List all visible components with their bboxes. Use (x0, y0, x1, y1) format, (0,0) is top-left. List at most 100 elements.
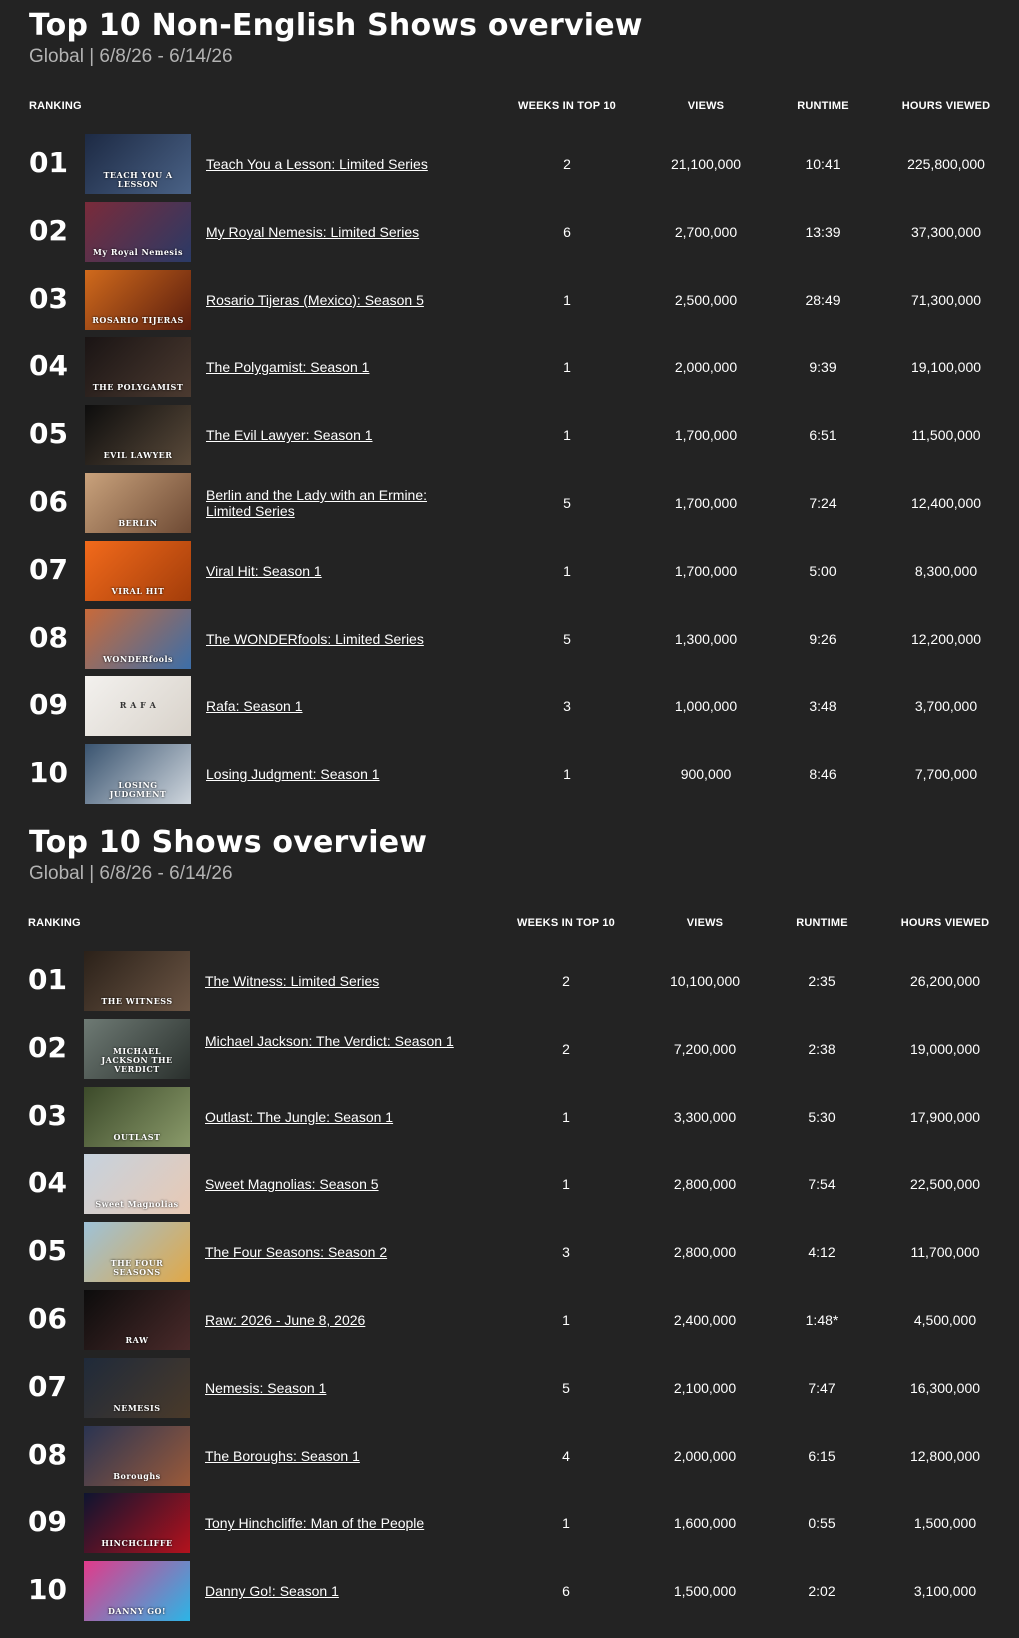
cell-weeks: 6 (562, 1583, 570, 1600)
column-header-ranking: RANKING (29, 100, 82, 112)
cell-weeks: 3 (562, 1244, 570, 1261)
cell-views: 3,300,000 (673, 1108, 737, 1125)
show-title-link[interactable]: Outlast: The Jungle: Season 1 (205, 1109, 460, 1125)
thumbnail-logo-text: ROSARIO TIJERAS (92, 314, 184, 325)
show-thumbnail[interactable]: ROSARIO TIJERAS (85, 269, 191, 330)
table-row: 07 VIRAL HIT Viral Hit: Season 1 1 1,700,000… (1, 540, 1019, 601)
show-thumbnail[interactable]: DANNY GO! (84, 1561, 190, 1622)
thumbnail-logo-text: WONDERfools (102, 653, 174, 664)
cell-views: 900,000 (680, 766, 732, 783)
show-title-link[interactable]: Raw: 2026 - June 8, 2026 (205, 1312, 460, 1328)
cell-views: 10,100,000 (669, 973, 741, 989)
thumbnail-logo-text: BERLIN (118, 518, 158, 528)
rank-number: 09 (28, 1505, 67, 1539)
cell-views: 1,500,000 (673, 1583, 737, 1600)
thumbnail-logo-text: THE WITNESS (101, 996, 173, 1006)
cell-weeks: 1 (562, 1515, 570, 1532)
cell-hours: 4,500,000 (913, 1312, 977, 1328)
rank-number: 04 (28, 1166, 67, 1200)
show-thumbnail[interactable]: Boroughs (84, 1425, 190, 1486)
show-title-link[interactable]: My Royal Nemesis: Limited Series (206, 224, 461, 240)
show-title-link[interactable]: Losing Judgment: Season 1 (206, 766, 461, 782)
cell-views: 2,800,000 (673, 1176, 737, 1193)
show-title-link[interactable]: Danny Go!: Season 1 (205, 1583, 460, 1599)
column-header-hours-viewed: HOURS VIEWED (900, 917, 990, 929)
rank-number: 07 (28, 1369, 67, 1403)
show-thumbnail[interactable]: VIRAL HIT (85, 540, 191, 601)
cell-views: 2,400,000 (673, 1312, 737, 1328)
cell-hours: 37,300,000 (910, 223, 982, 240)
table-row: 03 ROSARIO TIJERAS Rosario Tijeras (Mexico… (1, 269, 1019, 330)
show-thumbnail[interactable]: RAW (84, 1290, 190, 1350)
cell-views: 2,800,000 (673, 1244, 737, 1261)
table-row: 08 Boroughs The Boroughs: Season 1 4 2,000,0… (0, 1425, 1019, 1486)
show-thumbnail[interactable]: THE FOUR SEASONS (84, 1222, 190, 1283)
column-header-weeks: WEEKS IN TOP 10 (518, 100, 616, 112)
show-thumbnail[interactable]: OUTLAST (84, 1086, 190, 1147)
thumbnail-logo-text: RAW (125, 1335, 149, 1345)
column-header-runtime: RUNTIME (796, 917, 848, 929)
show-thumbnail[interactable]: HINCHCLIFFE (84, 1493, 190, 1554)
cell-weeks: 1 (563, 562, 571, 579)
cell-views: 1,700,000 (674, 495, 738, 511)
show-thumbnail[interactable]: R A F A (85, 676, 191, 737)
rank-number: 06 (28, 1302, 67, 1335)
cell-views: 21,100,000 (670, 156, 742, 172)
cell-hours: 225,800,000 (907, 156, 985, 172)
cell-runtime: 4:12 (808, 1244, 836, 1261)
cell-weeks: 1 (563, 427, 571, 444)
cell-weeks: 1 (563, 291, 571, 308)
show-title-link[interactable]: Rosario Tijeras (Mexico): Season 5 (206, 292, 461, 308)
show-thumbnail[interactable]: My Royal Nemesis (85, 201, 191, 262)
show-title-link[interactable]: The WONDERfools: Limited Series (206, 631, 461, 647)
cell-weeks: 1 (562, 1108, 570, 1125)
cell-hours: 19,000,000 (909, 1040, 981, 1057)
rank-number: 10 (28, 1573, 67, 1607)
cell-hours: 3,100,000 (913, 1583, 977, 1600)
cell-views: 2,700,000 (674, 223, 738, 240)
thumbnail-logo-text: THE FOUR SEASONS (110, 1258, 164, 1278)
show-title-link[interactable]: The Four Seasons: Season 2 (205, 1244, 460, 1260)
table-row: 02 My Royal Nemesis My Royal Nemesis: Limi… (1, 201, 1019, 262)
cell-hours: 3,700,000 (914, 698, 978, 715)
show-thumbnail[interactable]: NEMESIS (84, 1357, 190, 1418)
show-thumbnail[interactable]: MICHAEL JACKSON THE VERDICT (84, 1018, 190, 1079)
show-title-link[interactable]: Teach You a Lesson: Limited Series (206, 156, 461, 172)
rank-number: 02 (29, 213, 68, 247)
show-thumbnail[interactable]: BERLIN (85, 473, 191, 533)
cell-weeks: 4 (562, 1447, 570, 1464)
cell-views: 1,600,000 (673, 1515, 737, 1532)
show-title-link[interactable]: The Polygamist: Season 1 (206, 359, 461, 375)
show-title-link[interactable]: Sweet Magnolias: Season 5 (205, 1176, 460, 1192)
column-header-ranking: RANKING (28, 917, 81, 929)
show-thumbnail[interactable]: TEACH YOU A LESSON (85, 134, 191, 194)
show-title-link[interactable]: The Evil Lawyer: Season 1 (206, 427, 461, 443)
show-title-link[interactable]: Viral Hit: Season 1 (206, 563, 461, 579)
show-thumbnail[interactable]: Sweet Magnolias (84, 1154, 190, 1215)
show-title-link[interactable]: Nemesis: Season 1 (205, 1380, 460, 1396)
cell-runtime: 8:46 (809, 766, 837, 783)
rank-number: 03 (29, 281, 68, 315)
show-title-link[interactable]: The Witness: Limited Series (205, 973, 460, 989)
cell-weeks: 5 (563, 630, 571, 647)
cell-hours: 1,500,000 (913, 1515, 977, 1532)
show-title-link[interactable]: The Boroughs: Season 1 (205, 1448, 460, 1464)
thumbnail-logo-text: TEACH YOU A LESSON (103, 170, 173, 189)
thumbnail-logo-text: NEMESIS (113, 1402, 161, 1413)
show-thumbnail[interactable]: EVIL LAWYER (85, 405, 191, 466)
show-title-link[interactable]: Berlin and the Lady with an Ermine: Limi… (206, 487, 461, 519)
show-thumbnail[interactable]: LOSING JUDGMENT (85, 744, 191, 805)
cell-runtime: 28:49 (805, 291, 841, 308)
thumbnail-logo-text: THE POLYGAMIST (92, 382, 184, 393)
table-row: 10 DANNY GO! Danny Go!: Season 1 6 1,500,000… (0, 1561, 1019, 1622)
cell-views: 7,200,000 (673, 1040, 737, 1057)
show-thumbnail[interactable]: THE POLYGAMIST (85, 337, 191, 398)
show-title-link[interactable]: Michael Jackson: The Verdict: Season 1 (205, 1033, 460, 1049)
rank-number: 03 (28, 1098, 67, 1132)
show-thumbnail[interactable]: WONDERfools (85, 608, 191, 669)
show-title-link[interactable]: Rafa: Season 1 (206, 698, 461, 714)
thumbnail-logo-text: VIRAL HIT (111, 585, 165, 596)
show-title-link[interactable]: Tony Hinchcliffe: Man of the People (205, 1515, 460, 1531)
show-thumbnail[interactable]: THE WITNESS (84, 951, 190, 1011)
section-subtitle: Global | 6/8/26 - 6/14/26 (29, 863, 233, 884)
